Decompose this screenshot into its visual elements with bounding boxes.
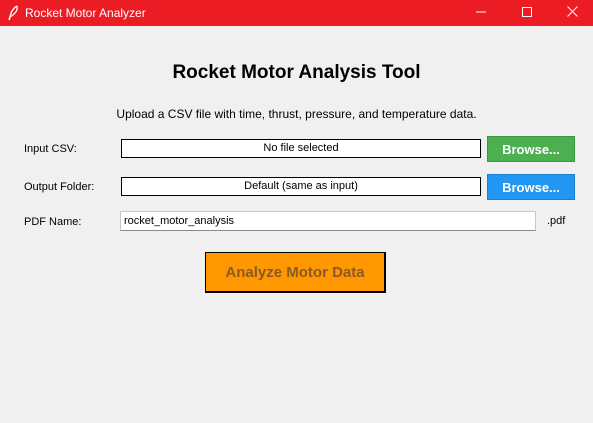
- close-icon: [566, 4, 578, 22]
- window-title: Rocket Motor Analyzer: [25, 6, 146, 20]
- feather-icon: [7, 5, 19, 21]
- browse-input-button[interactable]: Browse...: [487, 136, 575, 162]
- minimize-button[interactable]: [458, 0, 504, 26]
- minimize-icon: [476, 4, 486, 22]
- output-folder-field[interactable]: Default (same as input): [121, 177, 481, 196]
- browse-output-button[interactable]: Browse...: [487, 174, 575, 200]
- title-bar[interactable]: Rocket Motor Analyzer: [0, 0, 593, 26]
- close-button[interactable]: [549, 0, 593, 26]
- maximize-button[interactable]: [504, 0, 550, 26]
- input-csv-field[interactable]: No file selected: [121, 139, 481, 158]
- maximize-icon: [522, 4, 532, 22]
- pdf-name-input[interactable]: rocket_motor_analysis: [120, 211, 536, 231]
- output-folder-label: Output Folder:: [24, 181, 95, 193]
- pdf-extension-label: .pdf: [547, 215, 566, 227]
- pdf-name-label: PDF Name:: [24, 216, 82, 228]
- app-window: Rocket Motor Analyzer Rocket Motor Analy…: [0, 0, 593, 423]
- page-subtitle: Upload a CSV file with time, thrust, pre…: [116, 107, 477, 121]
- analyze-button[interactable]: Analyze Motor Data: [205, 252, 386, 293]
- input-csv-label: Input CSV:: [24, 143, 77, 155]
- page-title: Rocket Motor Analysis Tool: [172, 62, 421, 83]
